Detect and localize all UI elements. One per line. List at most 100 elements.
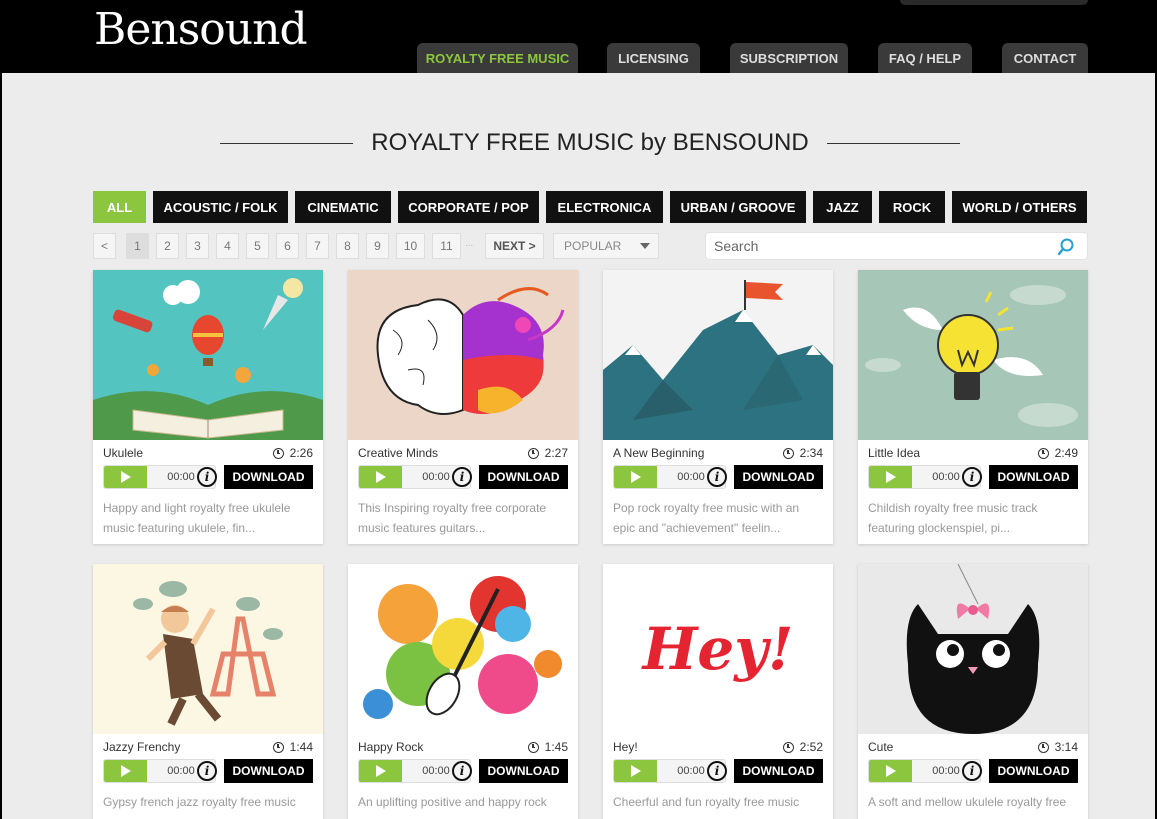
- track-duration: 2:34: [782, 446, 823, 460]
- track-description: Cheerful and fun royalty free music: [613, 795, 800, 809]
- track-title[interactable]: A New Beginning: [613, 446, 704, 460]
- sort-dropdown[interactable]: POPULAR: [553, 233, 659, 259]
- track-artwork-hey-lettering[interactable]: Hey!: [603, 564, 833, 734]
- nav-tab-royalty-free-music[interactable]: ROYALTY FREE MUSIC: [417, 43, 578, 73]
- track-artwork-winged-lightbulb[interactable]: [858, 270, 1088, 440]
- track-artwork-book-balloon[interactable]: [93, 270, 323, 440]
- genre-corporate-pop[interactable]: CORPORATE / POP: [398, 191, 539, 223]
- track-title[interactable]: Jazzy Frenchy: [103, 740, 180, 754]
- pagination-page[interactable]: 1: [126, 233, 149, 259]
- genre-electronica[interactable]: ELECTRONICA: [546, 191, 663, 223]
- genre-cinematic[interactable]: CINEMATIC: [295, 191, 391, 223]
- play-button[interactable]: [359, 466, 402, 488]
- pagination-page[interactable]: 8: [336, 233, 359, 259]
- pagination-page[interactable]: 9: [366, 233, 389, 259]
- track-description: Happy and light royalty free ukulele mus…: [103, 501, 291, 535]
- info-icon[interactable]: i: [962, 761, 982, 781]
- download-button[interactable]: DOWNLOAD: [224, 465, 313, 489]
- page-title-block: ROYALTY FREE MUSIC by BENSOUND: [220, 128, 961, 158]
- info-icon[interactable]: i: [197, 761, 217, 781]
- svg-text:Hey!: Hey!: [641, 615, 794, 683]
- pagination-next-button[interactable]: NEXT >: [485, 233, 544, 259]
- genre-jazz[interactable]: JAZZ: [813, 191, 872, 223]
- download-button[interactable]: DOWNLOAD: [989, 465, 1078, 489]
- track-title[interactable]: Happy Rock: [358, 740, 423, 754]
- download-button[interactable]: DOWNLOAD: [734, 465, 823, 489]
- clock-icon: [527, 447, 539, 459]
- download-button[interactable]: DOWNLOAD: [479, 465, 568, 489]
- track-title[interactable]: Cute: [868, 740, 893, 754]
- download-button[interactable]: DOWNLOAD: [224, 759, 313, 783]
- download-button[interactable]: DOWNLOAD: [734, 759, 823, 783]
- header-search-bar[interactable]: [900, 0, 1088, 5]
- track-card: Creative Minds 2:27 00:00 i DOWNLOAD Thi…: [348, 270, 578, 544]
- pagination-page[interactable]: 6: [276, 233, 299, 259]
- play-button[interactable]: [359, 760, 402, 782]
- search-input[interactable]: [706, 233, 1036, 259]
- search-icon[interactable]: [1057, 238, 1075, 256]
- track-card: Little Idea 2:49 00:00 i DOWNLOAD Childi…: [858, 270, 1088, 544]
- track-duration: 3:14: [1037, 740, 1078, 754]
- play-button[interactable]: [869, 466, 912, 488]
- track-artwork-eiffel-tower-dancer[interactable]: [93, 564, 323, 734]
- play-button[interactable]: [104, 466, 147, 488]
- sort-selected-value: POPULAR: [564, 239, 622, 253]
- track-card: Jazzy Frenchy 1:44 00:00 i DOWNLOAD Gyps…: [93, 564, 323, 819]
- track-duration: 2:52: [782, 740, 823, 754]
- play-button[interactable]: [869, 760, 912, 782]
- genre-urban-groove[interactable]: URBAN / GROOVE: [670, 191, 806, 223]
- page: Bensound ROYALTY FREE MUSIC LICENSING SU…: [0, 0, 1157, 819]
- pagination-page[interactable]: 3: [186, 233, 209, 259]
- track-artwork-black-cat-bow[interactable]: [858, 564, 1088, 734]
- download-button[interactable]: DOWNLOAD: [479, 759, 568, 783]
- info-icon[interactable]: i: [452, 761, 472, 781]
- play-button[interactable]: [614, 466, 657, 488]
- info-icon[interactable]: i: [707, 467, 727, 487]
- duration-value: 2:27: [544, 446, 568, 460]
- track-artwork-mountain-flag[interactable]: [603, 270, 833, 440]
- site-logo[interactable]: Bensound: [94, 4, 308, 55]
- nav-tab-licensing[interactable]: LICENSING: [607, 43, 700, 73]
- title-divider-right: [826, 142, 961, 144]
- nav-tab-faq-help[interactable]: FAQ / HELP: [878, 43, 972, 73]
- genre-acoustic-folk[interactable]: ACOUSTIC / FOLK: [153, 191, 288, 223]
- pagination-page[interactable]: 4: [216, 233, 239, 259]
- pagination-page[interactable]: 10: [396, 233, 425, 259]
- genre-all[interactable]: ALL: [93, 191, 146, 223]
- pagination-page[interactable]: 5: [246, 233, 269, 259]
- track-artwork-colorful-brain[interactable]: [348, 270, 578, 440]
- track-description: This Inspiring royalty free corporate mu…: [358, 501, 547, 535]
- track-artwork-paint-splash-guitar[interactable]: [348, 564, 578, 734]
- track-duration: 2:26: [272, 446, 313, 460]
- track-title[interactable]: Hey!: [613, 740, 638, 754]
- pagination-page[interactable]: 7: [306, 233, 329, 259]
- info-icon[interactable]: i: [452, 467, 472, 487]
- track-card: Cute 3:14 00:00 i DOWNLOAD A soft and me…: [858, 564, 1088, 819]
- track-duration: 1:45: [527, 740, 568, 754]
- duration-value: 2:49: [1054, 446, 1078, 460]
- duration-value: 2:34: [799, 446, 823, 460]
- clock-icon: [1037, 741, 1049, 753]
- nav-tab-subscription[interactable]: SUBSCRIPTION: [730, 43, 848, 73]
- pagination-page[interactable]: 2: [156, 233, 179, 259]
- duration-value: 1:44: [289, 740, 313, 754]
- info-icon[interactable]: i: [707, 761, 727, 781]
- play-button[interactable]: [104, 760, 147, 782]
- track-title[interactable]: Little Idea: [868, 446, 920, 460]
- track-description: Childish royalty free music track featur…: [868, 501, 1038, 535]
- pagination-page[interactable]: 11: [432, 233, 461, 259]
- track-title[interactable]: Creative Minds: [358, 446, 438, 460]
- genre-rock[interactable]: ROCK: [879, 191, 945, 223]
- duration-value: 3:14: [1054, 740, 1078, 754]
- track-title[interactable]: Ukulele: [103, 446, 143, 460]
- nav-tab-contact[interactable]: CONTACT: [1002, 43, 1088, 73]
- play-button[interactable]: [614, 760, 657, 782]
- clock-icon: [1037, 447, 1049, 459]
- download-button[interactable]: DOWNLOAD: [989, 759, 1078, 783]
- pagination-prev-button[interactable]: <: [93, 233, 116, 259]
- page-title: ROYALTY FREE MUSIC by BENSOUND: [371, 129, 809, 156]
- info-icon[interactable]: i: [197, 467, 217, 487]
- genre-world-others[interactable]: WORLD / OTHERS: [952, 191, 1087, 223]
- info-icon[interactable]: i: [962, 467, 982, 487]
- track-search-box[interactable]: [705, 232, 1088, 260]
